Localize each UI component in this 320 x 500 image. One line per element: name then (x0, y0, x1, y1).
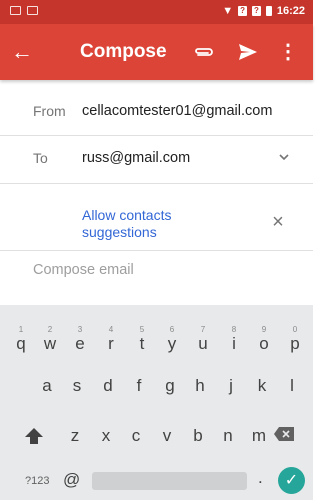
key-b[interactable]: b (184, 426, 212, 448)
key-t[interactable]: 5t (128, 325, 156, 356)
key-s[interactable]: s (63, 376, 91, 398)
key-hint: 9 (261, 325, 267, 334)
send-icon[interactable] (236, 39, 262, 65)
paperclip-icon[interactable] (191, 39, 217, 65)
more-vert-icon[interactable]: ⋮ (278, 38, 298, 66)
key-d[interactable]: d (94, 376, 122, 398)
from-row: From cellacomtester01@gmail.com (0, 103, 313, 123)
divider (0, 135, 313, 136)
battery-icon (265, 6, 272, 16)
key-hint: 2 (47, 325, 53, 334)
key-f[interactable]: f (125, 376, 153, 398)
key-l[interactable]: l (278, 376, 306, 398)
shift-icon[interactable] (23, 425, 45, 447)
key-i[interactable]: 8i (220, 325, 248, 356)
to-label: To (33, 150, 48, 166)
from-value[interactable]: cellacomtester01@gmail.com (82, 103, 272, 119)
key-g[interactable]: g (156, 376, 184, 398)
key-x[interactable]: x (92, 426, 120, 448)
app-bar: ← Compose ⋮ (0, 24, 313, 80)
notification-icons (10, 6, 38, 15)
divider (0, 183, 313, 184)
compose-email-field[interactable]: Compose email (33, 262, 134, 278)
signal-badge: ? (238, 6, 247, 16)
status-indicators: ▼ ? ? 16:22 (222, 5, 305, 17)
signal-badge: ? (251, 6, 261, 16)
status-time: 16:22 (276, 5, 305, 17)
key-hint: 3 (77, 325, 83, 334)
status-bar: ▼ ? ? 16:22 (0, 0, 313, 24)
enter-key[interactable]: ✓ (278, 467, 305, 494)
divider (0, 250, 313, 251)
key-z[interactable]: z (61, 426, 89, 448)
key-o[interactable]: 9o (250, 325, 278, 356)
key-v[interactable]: v (153, 426, 181, 448)
notification-icon (10, 6, 21, 15)
wifi-icon: ▼ (222, 5, 234, 17)
to-row: To russ@gmail.com (0, 150, 313, 170)
key-h[interactable]: h (186, 376, 214, 398)
key-hint: 8 (231, 325, 237, 334)
key-k[interactable]: k (248, 376, 276, 398)
notification-icon (27, 6, 38, 15)
key-j[interactable]: j (217, 376, 245, 398)
key-c[interactable]: c (122, 426, 150, 448)
key-hint: 5 (139, 325, 145, 334)
key-w[interactable]: 2w (36, 325, 64, 356)
key-hint: 7 (200, 325, 206, 334)
key-p[interactable]: 0p (281, 325, 309, 356)
key-n[interactable]: n (214, 426, 242, 448)
page-title: Compose (80, 41, 167, 62)
key-a[interactable]: a (33, 376, 61, 398)
key-r[interactable]: 4r (97, 325, 125, 356)
key-hint: 6 (169, 325, 175, 334)
backspace-icon[interactable] (273, 426, 295, 442)
period-key[interactable]: . (258, 468, 263, 488)
key-hint: 0 (292, 325, 298, 334)
chevron-down-icon[interactable] (277, 150, 291, 164)
key-hint: 1 (18, 325, 24, 334)
allow-contacts-suggestions-link[interactable]: Allow contacts suggestions (82, 207, 242, 241)
close-icon[interactable]: × (268, 212, 288, 232)
key-e[interactable]: 3e (66, 325, 94, 356)
space-key[interactable] (92, 472, 247, 490)
arrow-back-icon[interactable]: ← (8, 38, 36, 66)
key-q[interactable]: 1q (7, 325, 35, 356)
key-y[interactable]: 6y (158, 325, 186, 356)
at-key[interactable]: @ (63, 470, 80, 490)
to-field[interactable]: russ@gmail.com (82, 150, 190, 166)
key-hint: 4 (108, 325, 114, 334)
key-u[interactable]: 7u (189, 325, 217, 356)
symbols-key[interactable]: ?123 (25, 475, 49, 487)
key-m[interactable]: m (245, 426, 273, 448)
from-label: From (33, 103, 66, 119)
